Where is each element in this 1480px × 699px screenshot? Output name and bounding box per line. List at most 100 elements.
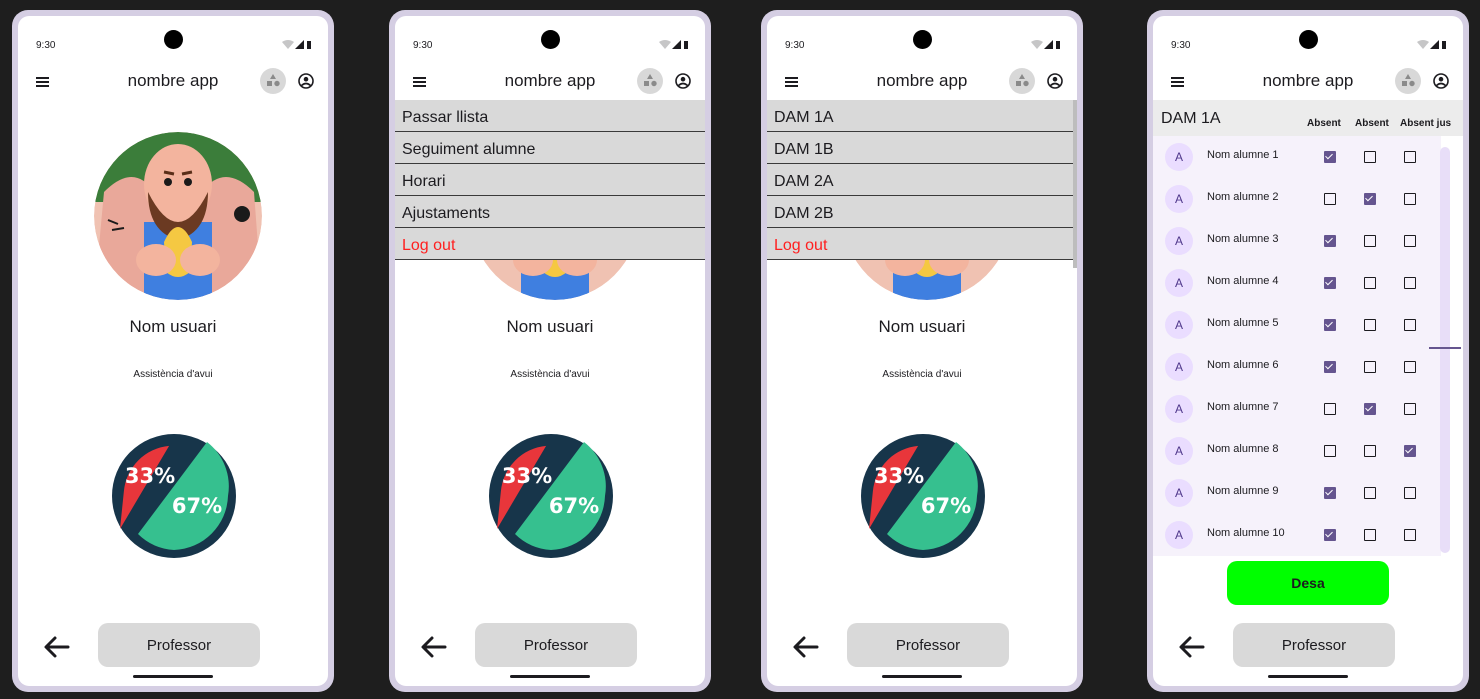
attendance-chart: 33% 67% (859, 432, 987, 560)
home-indicator (882, 675, 962, 678)
system-icons (1417, 40, 1446, 49)
list-scrollbar[interactable] (1440, 147, 1450, 553)
student-avatar: A (1165, 185, 1193, 213)
account-icon[interactable] (296, 71, 316, 91)
phone-attendance: 9:30 nombre app DAM 1A Absent Absent Abs… (1147, 10, 1469, 692)
menu-scrollbar[interactable] (1073, 100, 1077, 268)
absent-justified-checkbox[interactable] (1404, 445, 1416, 457)
professor-button[interactable]: Professor (847, 623, 1009, 667)
student-row: A Nom alumne 3 (1153, 220, 1441, 262)
absent-percent: 33% (874, 464, 924, 488)
top-app-bar: nombre app (767, 64, 1077, 100)
student-name: Nom alumne 3 (1207, 233, 1279, 245)
student-avatar: A (1165, 521, 1193, 549)
absent-justified-checkbox[interactable] (1404, 361, 1416, 373)
absent-checkbox[interactable] (1324, 277, 1336, 289)
professor-button[interactable]: Professor (98, 623, 260, 667)
shapes-icon[interactable] (260, 68, 286, 94)
absent-checkbox[interactable] (1324, 235, 1336, 247)
absent-checkbox[interactable] (1364, 151, 1376, 163)
account-icon[interactable] (673, 71, 693, 91)
status-time: 9:30 (785, 40, 805, 51)
absent-checkbox[interactable] (1324, 151, 1336, 163)
menu-item-dam-2a[interactable]: DAM 2A (767, 164, 1077, 196)
absent-checkbox[interactable] (1324, 319, 1336, 331)
absent-justified-checkbox[interactable] (1404, 403, 1416, 415)
student-name: Nom alumne 6 (1207, 359, 1279, 371)
username: Nom usuari (878, 317, 966, 336)
student-avatar: A (1165, 227, 1193, 255)
absent-checkbox[interactable] (1364, 193, 1376, 205)
absent-justified-checkbox[interactable] (1404, 193, 1416, 205)
shapes-icon[interactable] (1395, 68, 1421, 94)
home-indicator (133, 675, 213, 678)
back-arrow-icon[interactable] (419, 634, 449, 660)
menu-item-ajustaments[interactable]: Ajustaments (395, 196, 705, 228)
system-icons (1031, 40, 1060, 49)
absent-justified-checkbox[interactable] (1404, 277, 1416, 289)
absent-checkbox[interactable] (1324, 193, 1336, 205)
camera-cutout (541, 30, 560, 49)
menu-item-dam-1a[interactable]: DAM 1A (767, 100, 1077, 132)
username: Nom usuari (129, 317, 217, 336)
home-indicator (510, 675, 590, 678)
absent-checkbox[interactable] (1324, 445, 1336, 457)
top-app-bar: nombre app (395, 64, 705, 100)
menu-item-dam-1b[interactable]: DAM 1B (767, 132, 1077, 164)
account-icon[interactable] (1045, 71, 1065, 91)
professor-button[interactable]: Professor (1233, 623, 1395, 667)
absent-checkbox[interactable] (1364, 487, 1376, 499)
menu-item-horari[interactable]: Horari (395, 164, 705, 196)
absent-checkbox[interactable] (1364, 319, 1376, 331)
main-menu: Passar llista Seguiment alumne Horari Aj… (395, 100, 705, 260)
absent-checkbox[interactable] (1364, 529, 1376, 541)
student-row: A Nom alumne 2 (1153, 178, 1441, 220)
list-scroll-thumb[interactable] (1429, 347, 1461, 349)
shapes-icon[interactable] (1009, 68, 1035, 94)
student-row: A Nom alumne 10 (1153, 514, 1441, 556)
absent-checkbox[interactable] (1364, 277, 1376, 289)
absent-justified-checkbox[interactable] (1404, 529, 1416, 541)
status-time: 9:30 (1171, 40, 1191, 51)
absent-checkbox[interactable] (1324, 529, 1336, 541)
class-title: DAM 1A (1161, 110, 1221, 127)
back-arrow-icon[interactable] (791, 634, 821, 660)
professor-button[interactable]: Professor (475, 623, 637, 667)
menu-item-log-out[interactable]: Log out (767, 228, 1077, 260)
top-app-bar: nombre app (18, 64, 328, 100)
student-list: A Nom alumne 1 A Nom alumne 2 A Nom alumne 3A… (1153, 136, 1441, 556)
back-arrow-icon[interactable] (1177, 634, 1207, 660)
menu-item-log-out[interactable]: Log out (395, 228, 705, 260)
system-icons (659, 40, 688, 49)
absent-justified-checkbox[interactable] (1404, 487, 1416, 499)
camera-cutout (1299, 30, 1318, 49)
absent-checkbox[interactable] (1364, 361, 1376, 373)
attendance-screen: 9:30 nombre app DAM 1A Absent Absent Abs… (1153, 16, 1463, 686)
absent-checkbox[interactable] (1324, 487, 1336, 499)
student-name: Nom alumne 2 (1207, 191, 1279, 203)
absent-checkbox[interactable] (1364, 445, 1376, 457)
absent-checkbox[interactable] (1324, 361, 1336, 373)
student-avatar: A (1165, 143, 1193, 171)
absent-checkbox[interactable] (1324, 403, 1336, 415)
menu-item-seguiment-alumne[interactable]: Seguiment alumne (395, 132, 705, 164)
student-row: A Nom alumne 5 (1153, 304, 1441, 346)
absent-checkbox[interactable] (1364, 235, 1376, 247)
absent-justified-checkbox[interactable] (1404, 235, 1416, 247)
class-menu: DAM 1A DAM 1B DAM 2A DAM 2B Log out (767, 100, 1077, 260)
absent-justified-checkbox[interactable] (1404, 151, 1416, 163)
menu-item-dam-2b[interactable]: DAM 2B (767, 196, 1077, 228)
student-avatar: A (1165, 395, 1193, 423)
status-bar: 9:30 (18, 16, 328, 64)
absent-checkbox[interactable] (1364, 403, 1376, 415)
shapes-icon[interactable] (637, 68, 663, 94)
save-button[interactable]: Desa (1227, 561, 1389, 605)
back-arrow-icon[interactable] (42, 634, 72, 660)
menu-item-passar-llista[interactable]: Passar llista (395, 100, 705, 132)
status-bar: 9:30 (1153, 16, 1463, 64)
absent-justified-checkbox[interactable] (1404, 319, 1416, 331)
student-avatar: A (1165, 479, 1193, 507)
status-bar: 9:30 (395, 16, 705, 64)
account-icon[interactable] (1431, 71, 1451, 91)
home-screen: 9:30 nombre app Nom usuari Assistència d… (18, 16, 328, 686)
